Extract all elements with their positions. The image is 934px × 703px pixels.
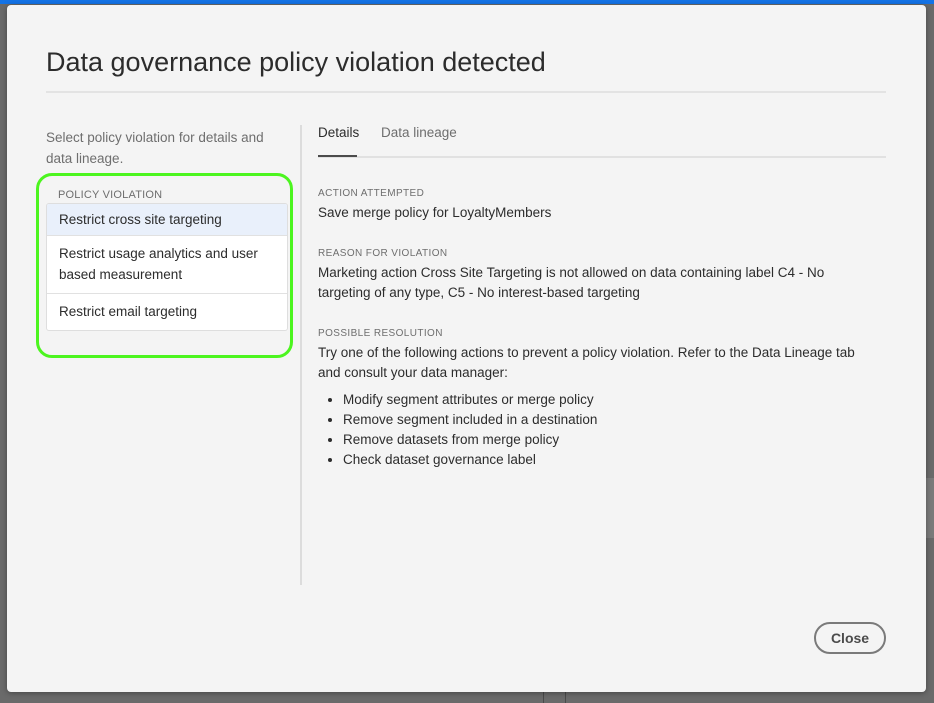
intro-text: Select policy violation for details and … bbox=[46, 130, 264, 166]
reason-text: Marketing action Cross Site Targeting is… bbox=[318, 265, 825, 300]
resolution-item: Check dataset governance label bbox=[343, 450, 597, 470]
tab-data-lineage[interactable]: Data lineage bbox=[381, 125, 457, 151]
violation-item-usage-analytics[interactable]: Restrict usage analytics and user based … bbox=[47, 235, 287, 293]
resolution-label: POSSIBLE RESOLUTION bbox=[318, 328, 443, 339]
tab-details[interactable]: Details bbox=[318, 125, 359, 151]
dialog-title: Data governance policy violation detecte… bbox=[46, 47, 546, 77]
violation-item-cross-site-targeting[interactable]: Restrict cross site targeting bbox=[47, 204, 287, 235]
tab-bar: Details Data lineage bbox=[318, 122, 886, 158]
close-button[interactable]: Close bbox=[814, 622, 886, 654]
action-attempted-label: ACTION ATTEMPTED bbox=[318, 188, 425, 199]
policy-violation-dialog: Data governance policy violation detecte… bbox=[7, 5, 926, 692]
resolution-list: Modify segment attributes or merge polic… bbox=[318, 390, 597, 470]
resolution-text: Try one of the following actions to prev… bbox=[318, 345, 855, 380]
title-divider bbox=[46, 91, 886, 93]
background-panel bbox=[926, 478, 934, 538]
tab-bar-rule bbox=[318, 156, 886, 158]
active-tab-indicator bbox=[318, 155, 357, 157]
resolution-item: Modify segment attributes or merge polic… bbox=[343, 390, 597, 410]
policy-violation-group-label: POLICY VIOLATION bbox=[58, 189, 163, 201]
violation-item-email-targeting[interactable]: Restrict email targeting bbox=[47, 293, 287, 330]
action-attempted-text: Save merge policy for LoyaltyMembers bbox=[318, 205, 552, 220]
resolution-item: Remove datasets from merge policy bbox=[343, 430, 597, 450]
policy-violation-list: Restrict cross site targeting Restrict u… bbox=[46, 203, 288, 331]
resolution-item: Remove segment included in a destination bbox=[343, 410, 597, 430]
reason-label: REASON FOR VIOLATION bbox=[318, 248, 448, 259]
column-divider bbox=[300, 125, 302, 585]
